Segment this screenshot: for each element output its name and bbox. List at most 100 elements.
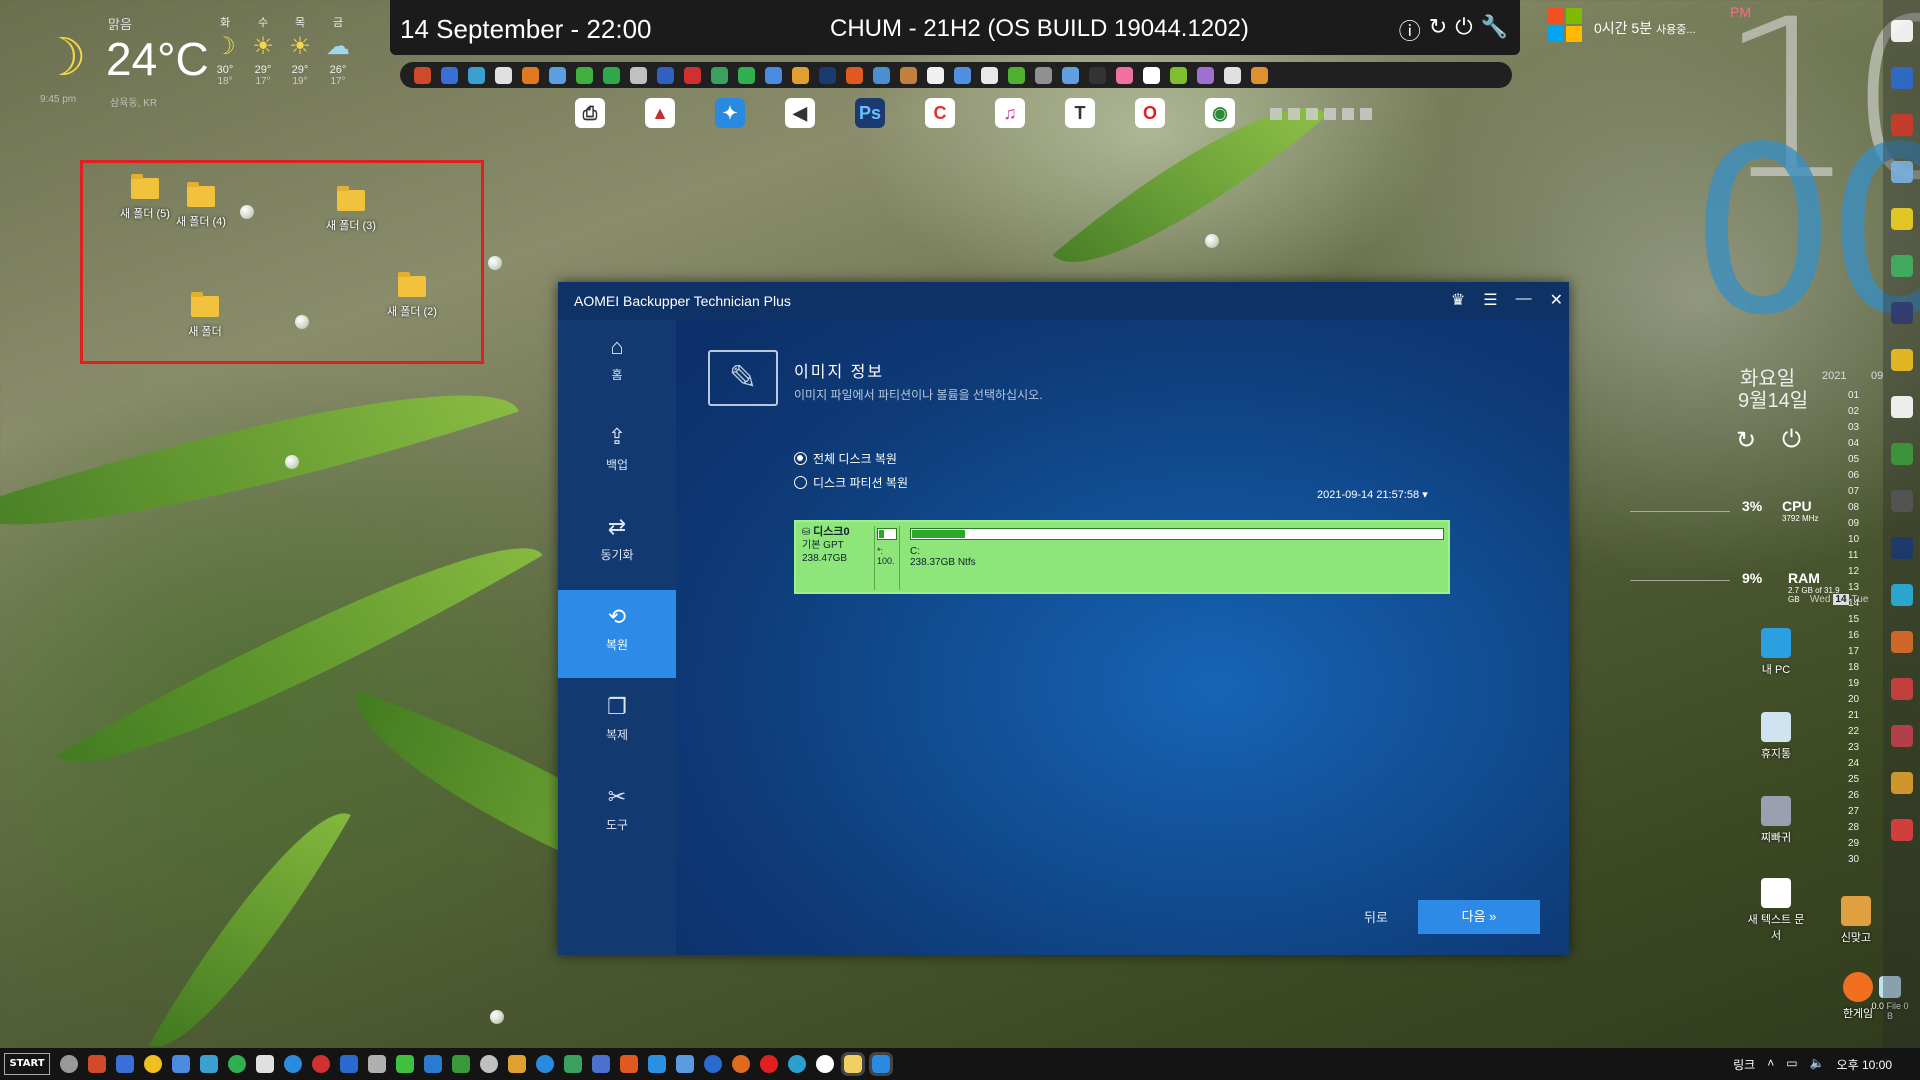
app-icon[interactable] — [927, 66, 944, 84]
app-icon[interactable] — [846, 66, 863, 84]
app-icon[interactable] — [1116, 66, 1133, 84]
shutdown-info-icon[interactable]: ⓘ — [1399, 14, 1421, 46]
windows-logo-icon[interactable] — [1548, 8, 1582, 42]
option-full-disk-restore[interactable]: 전체 디스크 복원 — [794, 450, 897, 467]
app-icon[interactable] — [522, 66, 539, 84]
app-icon[interactable] — [1890, 678, 1913, 700]
printer-icon[interactable]: ⎙ — [575, 98, 605, 128]
app-icon[interactable] — [1224, 66, 1241, 84]
app-icon[interactable] — [1890, 255, 1913, 277]
app-icon[interactable] — [620, 1055, 638, 1073]
restart-icon[interactable]: ↻ — [1736, 426, 1756, 455]
app-icon[interactable] — [1890, 631, 1913, 653]
app-icon[interactable] — [765, 66, 782, 84]
app-icon[interactable] — [1890, 20, 1913, 42]
app-icon[interactable] — [1890, 114, 1913, 136]
app-icon[interactable] — [657, 66, 674, 84]
app-icon[interactable] — [508, 1055, 526, 1073]
tray-clock[interactable]: 오후 10:00 — [1837, 1056, 1892, 1073]
app-icon[interactable] — [711, 66, 728, 84]
start-button[interactable]: START — [4, 1053, 50, 1075]
app-icon[interactable] — [200, 1055, 218, 1073]
app-icon[interactable]: C — [925, 98, 955, 128]
app-icon[interactable] — [1089, 66, 1106, 84]
app-icon[interactable] — [648, 1055, 666, 1073]
window-titlebar[interactable]: AOMEI Backupper Technician Plus ♛ ☰ — ✕ — [558, 282, 1569, 320]
photoshop-icon[interactable]: Ps — [855, 98, 885, 128]
app-icon[interactable] — [873, 66, 890, 84]
gear-icon[interactable] — [1890, 490, 1913, 512]
close-button[interactable]: ✕ — [1550, 290, 1563, 310]
photoshop-icon[interactable] — [819, 66, 836, 84]
explorer-icon[interactable] — [841, 1052, 865, 1076]
app-icon[interactable] — [414, 66, 431, 84]
menu-icon[interactable]: ☰ — [1483, 290, 1497, 310]
power-icon[interactable]: ⏻ — [1455, 14, 1472, 46]
desktop-icon-text-file[interactable]: 새 텍스트 문서 — [1746, 878, 1806, 943]
app-icon[interactable]: ◀ — [785, 98, 815, 128]
app-icon[interactable] — [630, 66, 647, 84]
nav-item-home[interactable]: ⌂ 홈 — [558, 320, 676, 408]
next-button[interactable]: 다음 » — [1418, 900, 1540, 934]
power-icon[interactable]: ⏻ — [1782, 426, 1801, 454]
app-icon[interactable] — [340, 1055, 358, 1073]
nav-item-clone[interactable]: ❐ 복제 — [558, 680, 676, 768]
app-icon[interactable] — [684, 66, 701, 84]
app-icon[interactable] — [468, 66, 485, 84]
app-icon[interactable]: ✦ — [715, 98, 745, 128]
app-icon[interactable] — [1890, 396, 1913, 418]
desktop-icon-recycle-bin[interactable]: 휴지통 — [1746, 712, 1806, 761]
app-icon[interactable] — [368, 1055, 386, 1073]
network-icon[interactable]: ▭ — [1786, 1056, 1797, 1073]
upgrade-crown-icon[interactable]: ♛ — [1451, 290, 1465, 310]
app-icon[interactable] — [284, 1055, 302, 1073]
app-icon[interactable] — [1143, 66, 1160, 84]
chrome-icon[interactable]: ◉ — [1205, 98, 1235, 128]
app-icon[interactable] — [1890, 584, 1913, 606]
app-icon[interactable] — [116, 1055, 134, 1073]
back-button[interactable]: 뒤로 — [1364, 907, 1388, 926]
app-icon[interactable] — [1890, 349, 1913, 371]
app-icon[interactable] — [1890, 772, 1913, 794]
opera-icon[interactable] — [760, 1055, 778, 1073]
app-icon[interactable] — [676, 1055, 694, 1073]
radio-selected[interactable] — [794, 452, 807, 465]
app-icon[interactable] — [549, 66, 566, 84]
desktop-icon-app[interactable]: 찌빠귀 — [1746, 796, 1806, 845]
desktop-folder[interactable]: 새 폴더 (3) — [306, 186, 396, 233]
app-icon[interactable] — [792, 66, 809, 84]
app-icon[interactable] — [144, 1055, 162, 1073]
app-icon[interactable] — [536, 1055, 554, 1073]
app-icon[interactable] — [954, 66, 971, 84]
radio-unselected[interactable] — [794, 476, 807, 489]
nav-item-tools[interactable]: ✂ 도구 — [558, 770, 676, 858]
app-icon[interactable] — [1890, 725, 1913, 747]
app-icon[interactable] — [1008, 66, 1025, 84]
app-icon[interactable] — [1197, 66, 1214, 84]
chat-icon[interactable] — [1890, 208, 1913, 230]
app-icon[interactable] — [452, 1055, 470, 1073]
volume-icon[interactable]: 🔈 — [1810, 1056, 1825, 1073]
app-icon[interactable] — [256, 1055, 274, 1073]
app-icon[interactable] — [1890, 443, 1913, 465]
app-icon[interactable] — [1035, 66, 1052, 84]
app-icon[interactable] — [900, 66, 917, 84]
app-icon[interactable] — [424, 1055, 442, 1073]
photoshop-icon[interactable] — [1890, 537, 1913, 559]
gear-icon[interactable] — [60, 1055, 78, 1073]
desktop-folder[interactable]: 새 폴더 — [160, 292, 250, 339]
edge-icon[interactable] — [788, 1055, 806, 1073]
disk-map[interactable]: ⛁ 디스크0 기본 GPT 238.47GB *: 100. C: 238.37… — [794, 520, 1450, 594]
typora-icon[interactable]: T — [1065, 98, 1095, 128]
app-icon[interactable] — [441, 66, 458, 84]
app-icon[interactable] — [480, 1055, 498, 1073]
nav-item-restore[interactable]: ⟲ 복원 — [558, 590, 676, 678]
partition-c[interactable]: C: 238.37GB Ntfs — [908, 526, 1446, 590]
app-icon[interactable] — [603, 66, 620, 84]
app-icon[interactable] — [495, 66, 512, 84]
app-icon[interactable] — [1251, 66, 1268, 84]
nav-item-backup[interactable]: ⇪ 백업 — [558, 410, 676, 498]
tray-links[interactable]: 링크 — [1733, 1056, 1755, 1073]
app-icon[interactable] — [312, 1055, 330, 1073]
app-icon[interactable] — [1890, 67, 1913, 89]
